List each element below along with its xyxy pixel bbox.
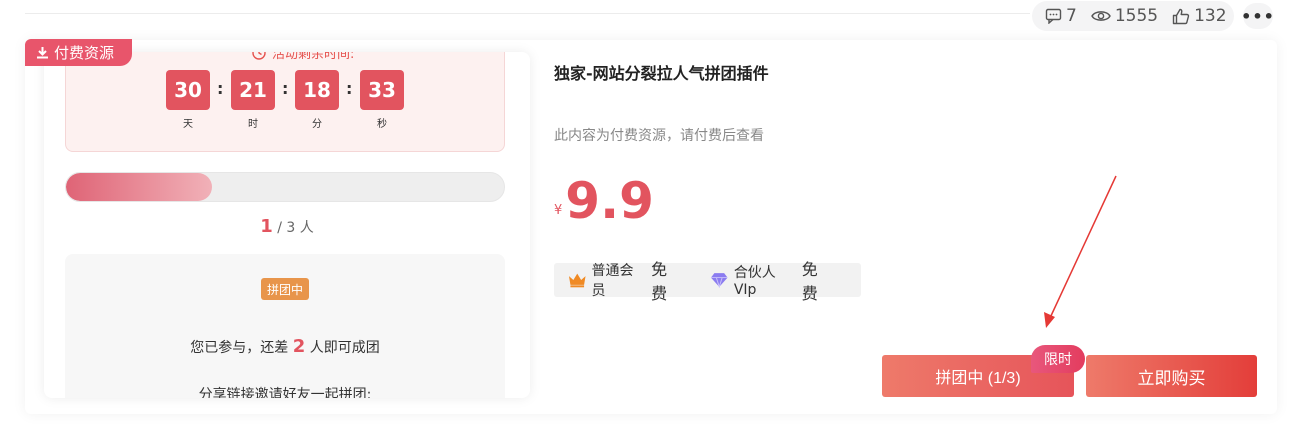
comment-count-value: 7 xyxy=(1066,6,1077,26)
like-count-value: 132 xyxy=(1194,6,1227,26)
countdown-hours-value: 21 xyxy=(231,70,275,110)
joined-message: 您已参与，还差 2 人即可成团 xyxy=(65,336,505,357)
currency-symbol: ¥ xyxy=(554,203,563,218)
view-count: 1555 xyxy=(1091,6,1158,26)
countdown-title: 活动剩余时间: xyxy=(252,52,354,62)
joined-suffix: 人即可成团 xyxy=(309,340,380,356)
diamond-icon xyxy=(711,273,728,288)
clock-icon xyxy=(252,52,266,60)
like-count[interactable]: 132 xyxy=(1172,6,1227,26)
countdown-box: 活动剩余时间: 30 天 : 21 时 : 18 分 : 33 秒 xyxy=(65,52,505,152)
price: ¥ 9.9 xyxy=(554,176,654,226)
product-description: 此内容为付费资源，请付费后查看 xyxy=(554,128,764,144)
member-partner-name: 合伙人VIp xyxy=(733,265,776,298)
member-regular: 普通会员 免费 xyxy=(568,256,682,304)
crown-icon xyxy=(568,273,586,288)
countdown-minutes-label: 分 xyxy=(312,119,322,130)
share-invite-text: 分享链接邀请好友一起拼团: xyxy=(198,387,372,398)
countdown-minutes: 18 分 xyxy=(295,70,339,130)
countdown-hours-label: 时 xyxy=(248,119,258,130)
group-status-badge: 拼团中 xyxy=(261,278,309,300)
countdown-seconds-label: 秒 xyxy=(377,119,387,130)
member-regular-price: 免费 xyxy=(651,260,668,303)
more-menu-button[interactable]: ••• xyxy=(1241,3,1275,29)
paid-resource-tag: 付费资源 xyxy=(25,39,132,66)
group-people-count: 1 / 3 人 xyxy=(44,216,530,237)
product-title: 独家-网站分裂拉人气拼团插件 xyxy=(554,64,769,83)
download-icon xyxy=(37,47,48,59)
countdown-hours: 21 时 xyxy=(231,70,275,130)
group-status-box: 拼团中 您已参与，还差 2 人即可成团 分享链接邀请好友一起拼团: xyxy=(65,254,505,398)
countdown-days: 30 天 xyxy=(166,70,210,130)
countdown-minutes-value: 18 xyxy=(295,70,339,110)
countdown-seconds-value: 33 xyxy=(360,70,404,110)
paid-tag-label: 付费资源 xyxy=(54,44,115,62)
view-count-value: 1555 xyxy=(1114,6,1159,26)
countdown-days-label: 天 xyxy=(183,119,193,130)
member-pricing: 普通会员 免费 合伙人VIp 免费 xyxy=(554,260,861,303)
joined-count: 1 xyxy=(260,216,273,237)
countdown-separator: : xyxy=(217,79,224,98)
top-divider xyxy=(25,13,1030,14)
group-buy-panel: 活动剩余时间: 30 天 : 21 时 : 18 分 : 33 秒 1 / 3 … xyxy=(44,52,530,398)
comment-count[interactable]: 7 xyxy=(1045,6,1077,26)
countdown-separator: : xyxy=(346,79,353,98)
more-dots-icon: ••• xyxy=(1241,6,1275,26)
price-value: 9.9 xyxy=(565,172,654,230)
post-stats: 7 1555 132 xyxy=(1032,1,1234,31)
countdown-title-text: 活动剩余时间: xyxy=(272,52,355,62)
countdown-seconds: 33 秒 xyxy=(360,70,404,130)
limited-time-badge: 限时 xyxy=(1031,345,1085,373)
eye-icon xyxy=(1091,11,1111,21)
group-progress-bar xyxy=(65,172,505,202)
member-partner-price: 免费 xyxy=(801,260,818,303)
buy-now-button[interactable]: 立即购买 xyxy=(1086,355,1257,397)
joined-prefix: 您已参与，还差 xyxy=(190,340,289,356)
group-progress-fill xyxy=(66,173,212,201)
member-regular-name: 普通会员 xyxy=(591,263,634,299)
countdown-days-value: 30 xyxy=(166,70,210,110)
thumbs-up-icon xyxy=(1172,8,1190,24)
comment-icon xyxy=(1045,8,1062,24)
remaining-count: 2 xyxy=(292,336,306,357)
countdown-separator: : xyxy=(282,79,289,98)
member-partner-vip: 合伙人VIp 免费 xyxy=(710,256,833,304)
total-count: / 3 人 xyxy=(277,220,314,236)
